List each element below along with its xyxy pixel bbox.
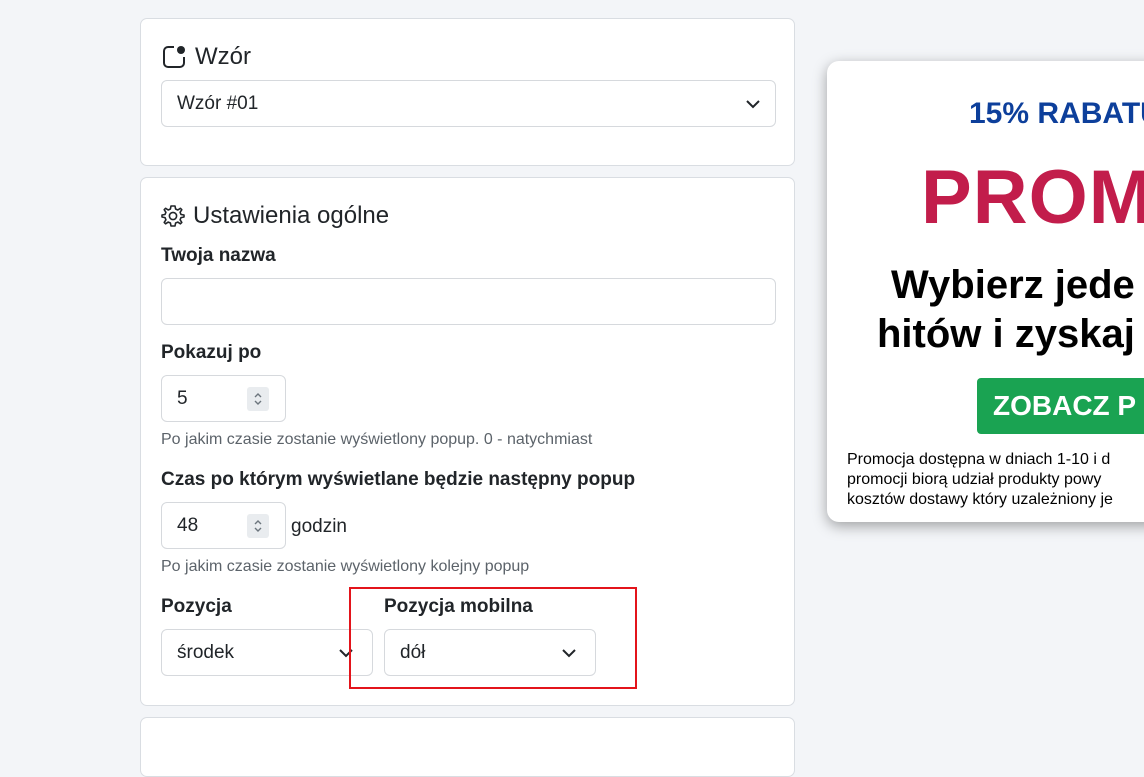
- promo-popup-preview: 15% RABATU PROM Wybierz jede hitów i zys…: [827, 61, 1144, 522]
- promo-subheadline: Wybierz jede hitów i zyskaj: [877, 261, 1135, 359]
- show-after-hint: Po jakim czasie zostanie wyświetlony pop…: [161, 431, 593, 448]
- promo-headline: PROM: [921, 155, 1144, 240]
- number-spinner-icon[interactable]: [247, 386, 269, 411]
- next-settings-card: [140, 717, 795, 777]
- name-label: Twoja nazwa: [161, 245, 276, 266]
- next-popup-unit: godzin: [291, 516, 347, 537]
- promo-fine-print-line1: Promocja dostępna w dniach 1-10 i d: [847, 451, 1111, 468]
- next-popup-label: Czas po którym wyświetlane będzie następ…: [161, 469, 636, 490]
- position-select-value: środek: [177, 641, 235, 663]
- notification-square-icon: [161, 44, 195, 70]
- promo-subheadline-line2: hitów i zyskaj: [877, 312, 1135, 356]
- number-spinner-icon[interactable]: [247, 513, 269, 538]
- next-popup-hint: Po jakim czasie zostanie wyświetlony kol…: [161, 558, 530, 575]
- template-card: Wzór Wzór #01: [140, 18, 795, 166]
- position-select[interactable]: środek: [161, 629, 373, 676]
- name-input[interactable]: [161, 278, 776, 325]
- show-after-input[interactable]: 5: [161, 375, 286, 422]
- promo-fine-print: Promocja dostępna w dniach 1-10 i d prom…: [847, 450, 1144, 510]
- general-settings-title: Ustawienia ogólne: [161, 202, 389, 230]
- show-after-value: 5: [177, 387, 188, 409]
- promo-cta-button[interactable]: ZOBACZ P: [977, 378, 1144, 434]
- promo-subheadline-line1: Wybierz jede: [891, 263, 1135, 307]
- promo-fine-print-line2: promocji biorą udział produkty powy: [847, 471, 1102, 488]
- template-select-value: Wzór #01: [177, 92, 259, 114]
- template-card-title: Wzór: [161, 43, 251, 71]
- show-after-label: Pokazuj po: [161, 342, 262, 363]
- highlight-box: [349, 587, 637, 689]
- general-settings-title-text: Ustawienia ogólne: [193, 202, 390, 229]
- gear-icon: [161, 204, 193, 228]
- promo-fine-print-line3: kosztów dostawy który uzależniony je: [847, 491, 1113, 508]
- next-popup-input[interactable]: 48: [161, 502, 286, 549]
- template-select[interactable]: Wzór #01: [161, 80, 776, 127]
- next-popup-value: 48: [177, 514, 199, 536]
- promo-discount-text: 15% RABATU: [969, 97, 1144, 130]
- chevron-down-icon: [745, 93, 761, 115]
- position-label: Pozycja: [161, 596, 232, 617]
- template-card-title-text: Wzór: [195, 43, 251, 70]
